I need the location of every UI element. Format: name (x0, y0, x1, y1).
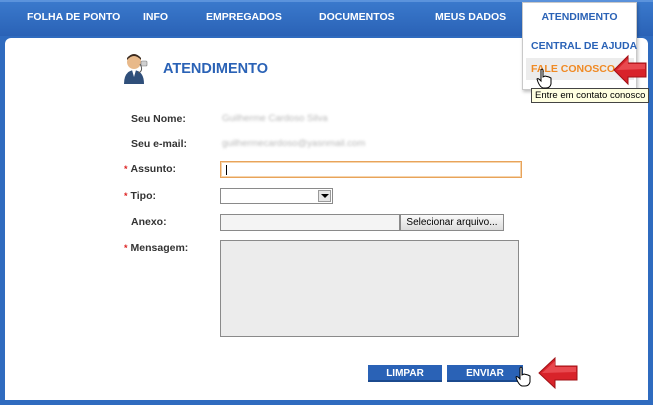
nav-folha-de-ponto[interactable]: FOLHA DE PONTO (27, 2, 120, 34)
subject-label: * Assunto: (124, 163, 176, 175)
chevron-down-icon[interactable] (318, 190, 331, 202)
hand-cursor-icon (515, 366, 531, 387)
required-mark: * (124, 191, 128, 201)
email-label: Seu e-mail: (131, 138, 188, 150)
nav-atendimento[interactable]: ATENDIMENTO (523, 3, 636, 33)
send-button[interactable]: ENVIAR (447, 365, 523, 382)
nav-meus-dados[interactable]: MEUS DADOS (435, 2, 506, 34)
email-value: guilhermecardoso@yasnmail.com (222, 138, 366, 149)
clear-button[interactable]: LIMPAR (368, 365, 442, 382)
nav-documentos[interactable]: DOCUMENTOS (319, 2, 395, 34)
text-caret (226, 165, 227, 175)
type-label: * Tipo: (124, 190, 156, 202)
red-arrow-icon (538, 356, 578, 390)
required-mark: * (124, 243, 128, 253)
message-textarea[interactable] (220, 240, 519, 337)
name-value: Guilherme Cardoso Silva (222, 113, 328, 124)
subject-input[interactable] (220, 161, 522, 178)
page-title: ATENDIMENTO (163, 61, 268, 77)
hand-cursor-icon (536, 68, 552, 89)
nav-info[interactable]: INFO (143, 2, 168, 34)
required-mark: * (124, 164, 128, 174)
type-label-text: Tipo: (130, 190, 156, 202)
attachment-field[interactable] (220, 214, 400, 231)
message-label: * Mensagem: (124, 242, 188, 254)
red-arrow-icon (613, 54, 647, 86)
subject-label-text: Assunto: (130, 163, 177, 175)
select-file-button[interactable]: Selecionar arquivo... (400, 214, 504, 231)
user-avatar-icon (124, 54, 148, 84)
message-label-text: Mensagem: (130, 242, 189, 254)
nav-empregados[interactable]: EMPREGADOS (206, 2, 282, 34)
attachment-label: Anexo: (131, 216, 167, 228)
tooltip: Entre em contato conosco (531, 88, 650, 103)
type-select[interactable] (220, 188, 333, 204)
name-label: Seu Nome: (131, 113, 186, 125)
